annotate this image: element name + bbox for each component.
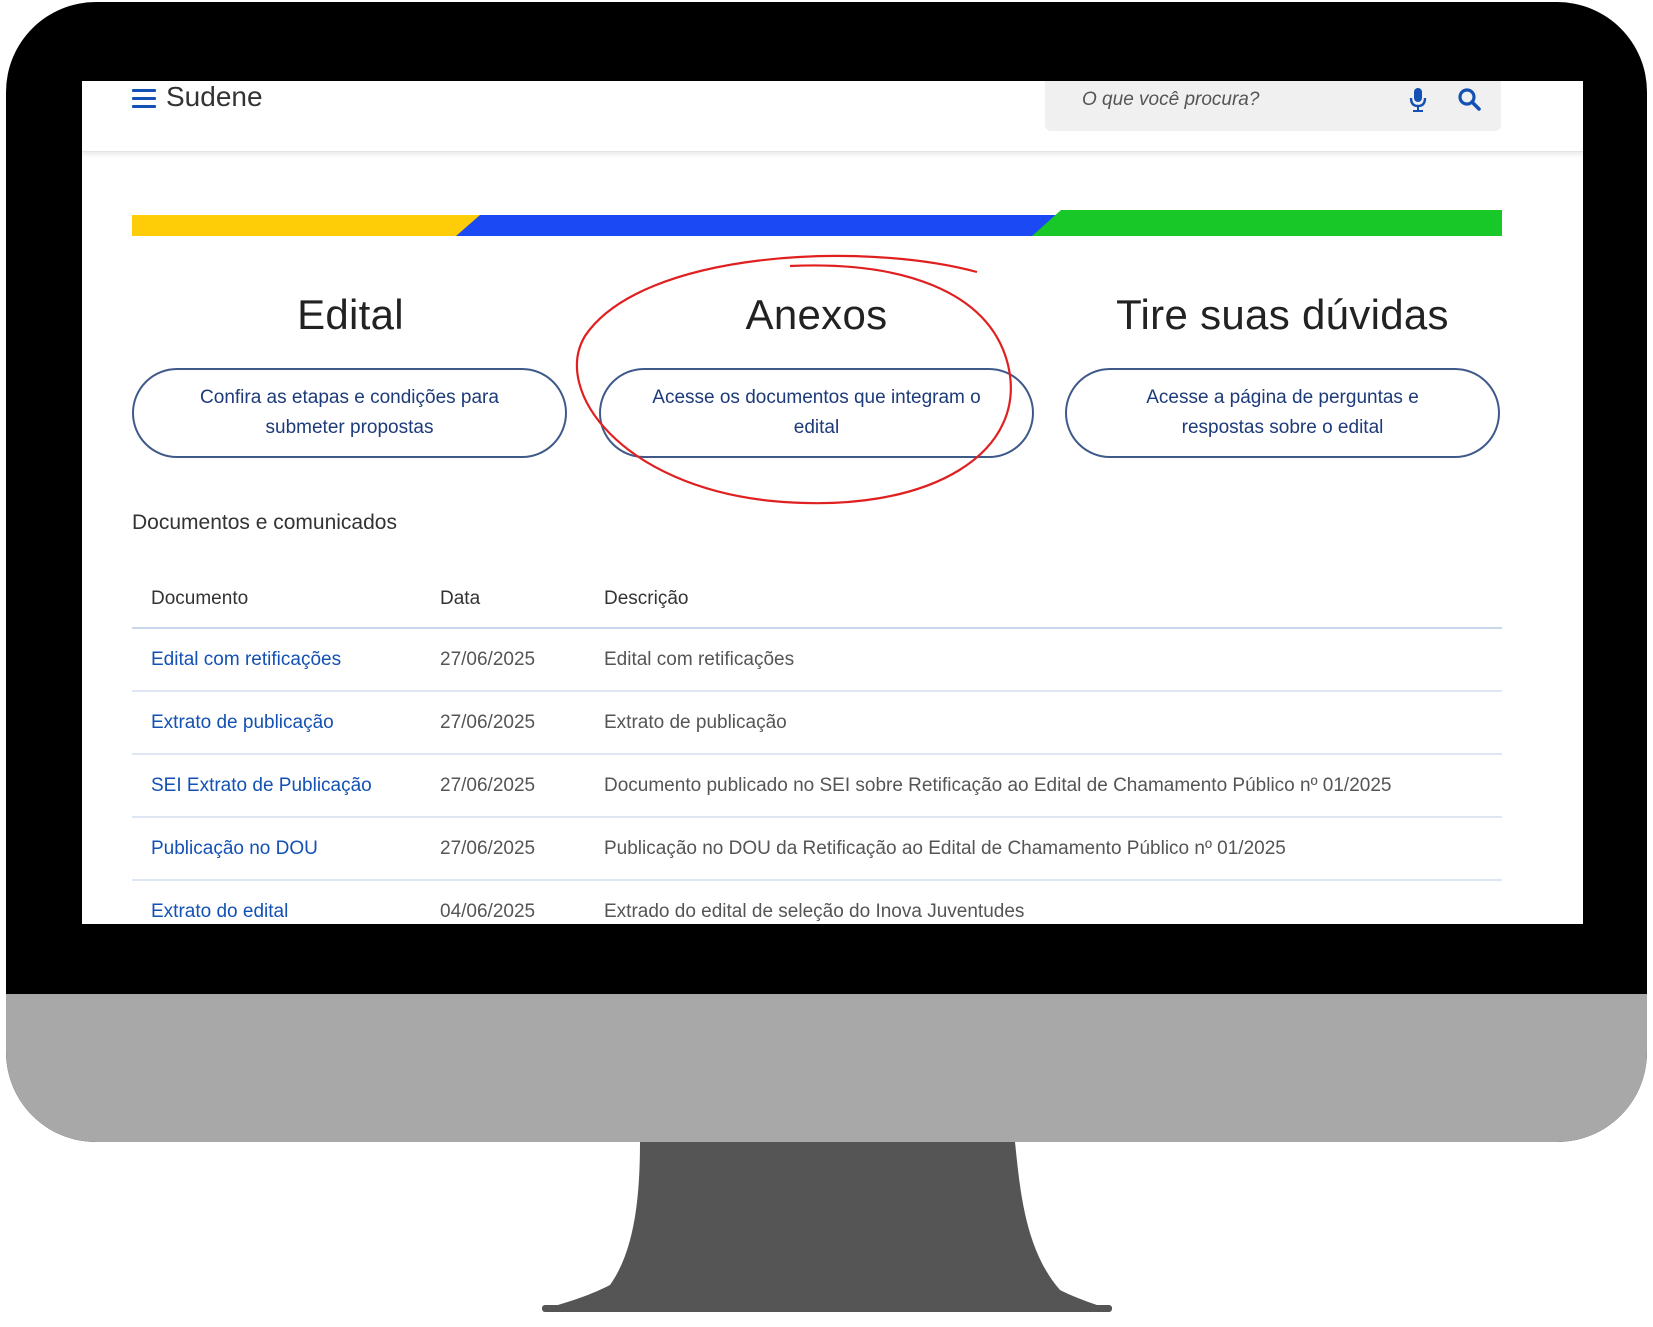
monitor-stand: [542, 1142, 1112, 1312]
